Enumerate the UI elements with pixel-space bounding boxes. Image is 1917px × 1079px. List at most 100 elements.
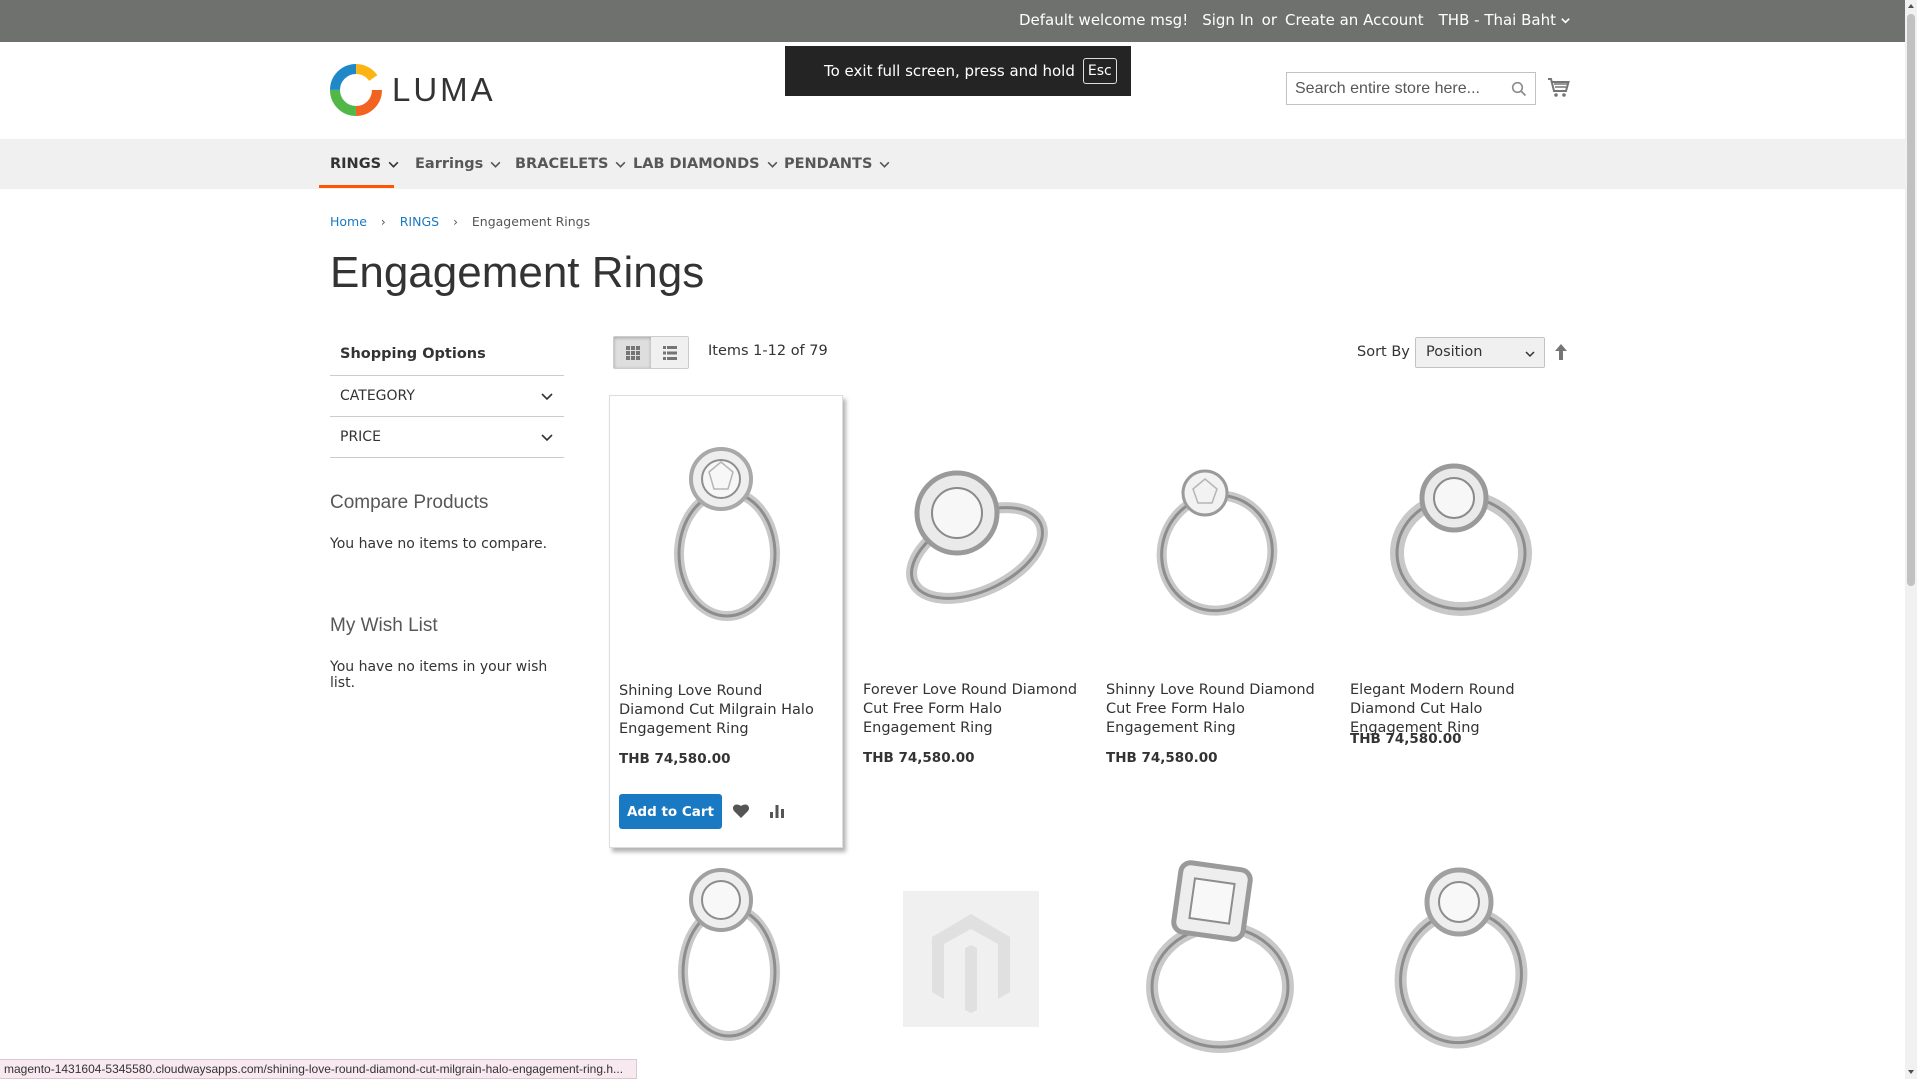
compare-products-empty: You have no items to compare. [330, 536, 548, 552]
chevron-down-icon [490, 161, 501, 168]
product-name[interactable]: Shining Love Round Diamond Cut Milgrain … [619, 682, 829, 739]
product-image[interactable] [1105, 403, 1323, 643]
search-box [1286, 72, 1536, 105]
breadcrumb-rings[interactable]: RINGS [400, 214, 439, 229]
breadcrumb-home[interactable]: Home [330, 214, 367, 229]
product-image[interactable] [862, 403, 1080, 643]
chevron-down-icon [879, 161, 890, 168]
product-image[interactable] [618, 404, 836, 644]
heart-icon[interactable] [732, 802, 750, 820]
chevron-down-icon [541, 393, 553, 401]
active-nav-indicator [319, 185, 394, 188]
nav-item-label: BRACELETS [515, 156, 609, 172]
product-price: THB 74,580.00 [863, 750, 975, 766]
currency-switcher[interactable]: THB - Thai Baht [1439, 11, 1571, 29]
filter-label: PRICE [340, 429, 381, 445]
product-name[interactable]: Shinny Love Round Diamond Cut Free Form … [1106, 681, 1331, 738]
chevron-down-icon [388, 161, 399, 168]
compare-icon[interactable] [768, 802, 786, 820]
sort-by-value: Position [1426, 344, 1483, 360]
chevron-down-icon [1525, 351, 1535, 358]
ring-image[interactable] [1105, 852, 1323, 1072]
main-navigation: RINGS Earrings BRACELETS LAB DIAMONDS PE… [0, 139, 1917, 189]
grid-view-button[interactable] [614, 337, 651, 368]
page-title: Engagement Rings [330, 248, 705, 297]
header-links: Default welcome msg! Sign In or Create a… [1019, 11, 1571, 29]
product-item[interactable] [617, 852, 851, 1072]
ring-image [906, 470, 1048, 604]
wishlist-empty: You have no items in your wish list. [330, 659, 548, 691]
page-header: LUMA To exit full screen, press and hold… [0, 42, 1917, 139]
wishlist-title: My Wish List [330, 615, 438, 636]
nav-item-rings[interactable]: RINGS [330, 139, 400, 189]
ring-image[interactable] [617, 852, 835, 1072]
items-count: Items 1-12 of 79 [708, 343, 828, 359]
product-item[interactable] [1105, 852, 1339, 1072]
nav-item-lab-diamonds[interactable]: LAB DIAMONDS [633, 139, 779, 189]
fullscreen-notice: To exit full screen, press and hold Esc [785, 46, 1131, 96]
search-input[interactable] [1287, 73, 1497, 104]
product-item[interactable] [862, 852, 1096, 1072]
shopping-cart-icon[interactable] [1547, 76, 1571, 100]
nav-item-pendants[interactable]: PENDANTS [784, 139, 891, 189]
list-icon [662, 345, 677, 360]
nav-item-label: PENDANTS [784, 156, 873, 172]
scrollbar-thumb[interactable] [1907, 14, 1915, 586]
sign-in-link[interactable]: Sign In [1202, 11, 1253, 29]
store-logo[interactable]: LUMA [330, 64, 496, 116]
list-view-button[interactable] [651, 337, 688, 368]
placeholder-image-icon[interactable] [862, 852, 1080, 1072]
ring-image [1390, 463, 1532, 616]
link-status-bar: magento-1431604-5345580.cloudwaysapps.co… [0, 1059, 637, 1079]
chevron-right-icon: › [380, 214, 386, 229]
product-image[interactable] [1349, 403, 1567, 643]
create-account-link[interactable]: Create an Account [1285, 11, 1424, 29]
chevron-down-icon [767, 161, 778, 168]
nav-item-label: RINGS [330, 156, 382, 172]
filter-price[interactable]: PRICE [330, 417, 564, 458]
add-to-cart-button[interactable]: Add to Cart [619, 794, 722, 829]
filter-category[interactable]: CATEGORY [330, 376, 564, 417]
product-item[interactable]: Elegant Modern Round Diamond Cut Halo En… [1341, 395, 1575, 775]
nav-item-label: LAB DIAMONDS [633, 156, 760, 172]
product-name[interactable]: Elegant Modern Round Diamond Cut Halo En… [1350, 681, 1575, 738]
product-item[interactable]: Shining Love Round Diamond Cut Milgrain … [609, 395, 843, 848]
welcome-message: Default welcome msg! [1018, 11, 1189, 29]
ring-image [1156, 469, 1278, 616]
grid-icon [625, 345, 640, 360]
sort-by-select[interactable]: Position [1415, 337, 1545, 368]
nav-item-label: Earrings [415, 156, 484, 172]
luma-logo-icon [330, 64, 382, 116]
fullscreen-notice-text: To exit full screen, press and hold [824, 62, 1075, 80]
product-item[interactable]: Shinny Love Round Diamond Cut Free Form … [1097, 395, 1331, 775]
scroll-down-arrow-icon[interactable] [1907, 1068, 1915, 1076]
product-item[interactable] [1349, 852, 1583, 1072]
product-price: THB 74,580.00 [1350, 731, 1462, 747]
ring-image[interactable] [1349, 852, 1567, 1072]
chevron-right-icon: › [453, 214, 458, 229]
product-price: THB 74,580.00 [1106, 750, 1218, 766]
sort-direction-arrow-icon[interactable] [1553, 343, 1569, 361]
scroll-up-arrow-icon[interactable] [1907, 2, 1915, 10]
product-item[interactable]: Forever Love Round Diamond Cut Free Form… [854, 395, 1088, 775]
or-text: or [1261, 11, 1277, 29]
breadcrumb: Home › RINGS › Engagement Rings [330, 214, 590, 229]
shopping-options-title: Shopping Options [330, 338, 564, 376]
chevron-down-icon [541, 434, 553, 442]
view-mode-toggle [613, 336, 689, 369]
page-scrollbar[interactable] [1905, 0, 1917, 1079]
search-icon[interactable] [1511, 81, 1527, 97]
currency-label: THB - Thai Baht [1438, 11, 1556, 29]
top-panel: Default welcome msg! Sign In or Create a… [0, 0, 1917, 42]
logo-text: LUMA [392, 71, 496, 108]
compare-products-title: Compare Products [330, 492, 489, 513]
product-name[interactable]: Forever Love Round Diamond Cut Free Form… [863, 681, 1083, 738]
esc-key-badge: Esc [1082, 58, 1117, 84]
breadcrumb-current: Engagement Rings [471, 214, 591, 229]
product-price: THB 74,580.00 [619, 751, 731, 767]
chevron-down-icon [1561, 17, 1570, 24]
chevron-down-icon [616, 161, 626, 168]
nav-item-earrings[interactable]: Earrings [415, 139, 502, 189]
nav-item-bracelets[interactable]: BRACELETS [515, 139, 627, 189]
sidebar: Shopping Options CATEGORY PRICE Compare … [330, 338, 564, 691]
